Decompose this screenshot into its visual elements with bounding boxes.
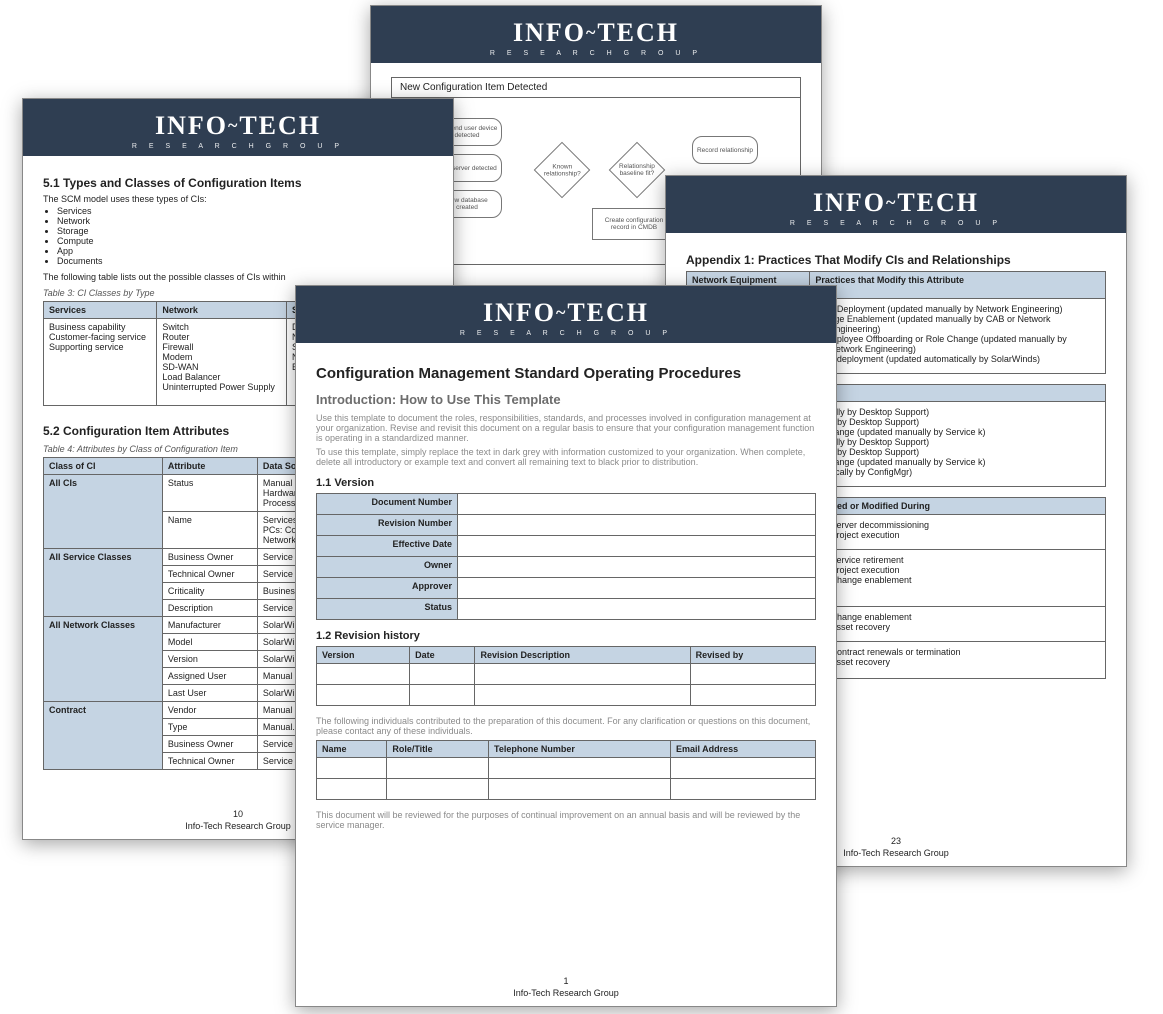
doc-title: Configuration Management Standard Operat… — [316, 365, 816, 382]
list-item: Services — [57, 206, 433, 216]
table-revision-history: VersionDateRevision DescriptionRevised b… — [316, 646, 816, 706]
header: INFO~TECH R E S E A R C H G R O U P — [666, 176, 1126, 233]
review-p: This document will be reviewed for the p… — [316, 810, 816, 830]
flow-decision: Known relationship? — [534, 142, 591, 199]
heading-5-1: 5.1 Types and Classes of Configuration I… — [43, 176, 433, 190]
list-item: Storage — [57, 226, 433, 236]
flow-title: New Configuration Item Detected — [391, 77, 801, 98]
header: INFO~TECH R E S E A R C H G R O U P — [296, 286, 836, 343]
ci-types-list: ServicesNetworkStorageComputeAppDocument… — [57, 206, 433, 266]
intro-p2: To use this template, simply replace the… — [316, 447, 816, 467]
heading-1-2: 1.2 Revision history — [316, 630, 816, 642]
list-item: Compute — [57, 236, 433, 246]
list-item: Documents — [57, 256, 433, 266]
page-front-sop: INFO~TECH R E S E A R C H G R O U P Conf… — [295, 285, 837, 1007]
list-item: Network — [57, 216, 433, 226]
contrib-p: The following individuals contributed to… — [316, 716, 816, 736]
heading-appendix: Appendix 1: Practices That Modify CIs an… — [686, 253, 1106, 267]
footer-org: Info-Tech Research Group — [843, 848, 949, 858]
intro-text: The SCM model uses these types of CIs: — [43, 194, 433, 204]
document-collage: INFO~TECH R E S E A R C H G R O U P New … — [0, 0, 1163, 1014]
list-item: App — [57, 246, 433, 256]
table-version: Document NumberRevision NumberEffective … — [316, 493, 816, 620]
intro-heading: Introduction: How to Use This Template — [316, 392, 816, 407]
heading-1-1: 1.1 Version — [316, 477, 816, 489]
flow-node: Create configuration record in CMDB — [592, 208, 676, 240]
footer-org: Info-Tech Research Group — [185, 821, 291, 831]
intro2: The following table lists out the possib… — [43, 272, 433, 282]
table-contributors: NameRole/TitleTelephone NumberEmail Addr… — [316, 740, 816, 800]
flow-decision: Relationship baseline fit? — [609, 142, 666, 199]
footer: 1 Info-Tech Research Group — [296, 976, 836, 998]
intro-p1: Use this template to document the roles,… — [316, 413, 816, 443]
header: INFO~TECH R E S E A R C H G R O U P — [23, 99, 453, 156]
flow-node: Record relationship — [692, 136, 758, 164]
page-number: 1 — [296, 976, 836, 986]
header: INFO~TECH R E S E A R C H G R O U P — [371, 6, 821, 63]
footer-org: Info-Tech Research Group — [513, 988, 619, 998]
